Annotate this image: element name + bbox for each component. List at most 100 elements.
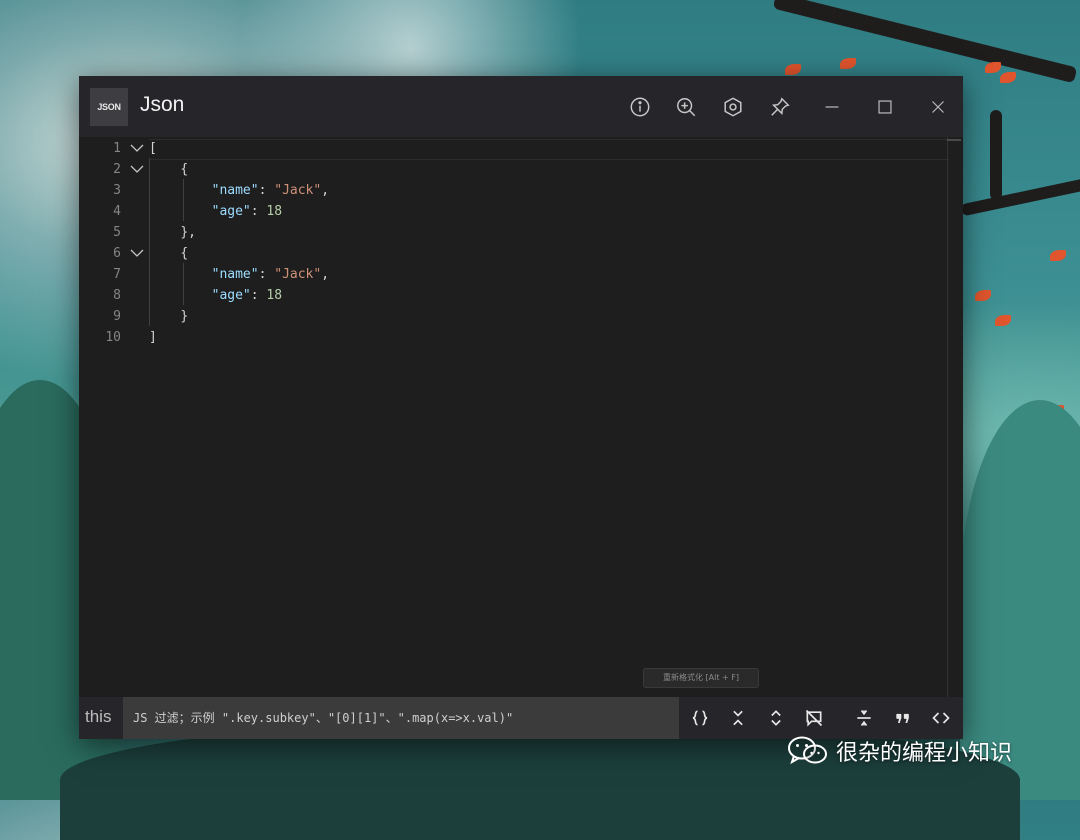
format-braces-button[interactable] bbox=[687, 705, 713, 731]
chevron-down-icon bbox=[130, 144, 144, 152]
code-line[interactable]: 8 "age": 18 bbox=[79, 285, 939, 306]
line-number: 6 bbox=[113, 246, 121, 261]
toggle-comment-button[interactable] bbox=[801, 705, 827, 731]
code-text: { bbox=[149, 159, 188, 180]
pin-button[interactable] bbox=[767, 94, 793, 120]
braces-icon bbox=[692, 710, 708, 726]
wechat-watermark: 很杂的编程小知识 bbox=[786, 733, 1012, 769]
expand-all-button[interactable] bbox=[763, 705, 789, 731]
fold-toggle[interactable] bbox=[129, 138, 145, 159]
line-number: 3 bbox=[113, 183, 121, 198]
code-text: ] bbox=[149, 327, 157, 348]
code-text: } bbox=[149, 306, 188, 327]
info-button[interactable] bbox=[627, 94, 653, 120]
settings-button[interactable] bbox=[720, 94, 746, 120]
leaf bbox=[995, 315, 1011, 326]
colon: : bbox=[250, 204, 267, 219]
leaf bbox=[985, 62, 1001, 73]
line-number: 7 bbox=[113, 267, 121, 282]
maximize-button[interactable] bbox=[872, 94, 898, 120]
colon: : bbox=[258, 267, 275, 282]
watermark-text: 很杂的编程小知识 bbox=[836, 741, 1013, 766]
code-line[interactable]: 1 [ bbox=[79, 138, 939, 159]
comma: , bbox=[321, 267, 330, 282]
maximize-icon bbox=[878, 100, 892, 114]
close-button[interactable] bbox=[925, 94, 951, 120]
chevron-down-icon bbox=[130, 249, 144, 257]
json-key: "name" bbox=[211, 267, 259, 282]
quote-button[interactable] bbox=[890, 705, 916, 731]
leaf bbox=[840, 58, 856, 69]
format-hint-button[interactable]: 重新格式化 [Alt + F] bbox=[643, 668, 759, 688]
bracket: ] bbox=[149, 330, 157, 345]
code-text: "name": "Jack", bbox=[149, 180, 329, 201]
code-line[interactable]: 3 "name": "Jack", bbox=[79, 180, 939, 201]
compress-lines-button[interactable] bbox=[851, 705, 877, 731]
code-line[interactable]: 6 { bbox=[79, 243, 939, 264]
line-number: 4 bbox=[113, 204, 121, 219]
close-icon bbox=[932, 101, 944, 113]
zoom-button[interactable] bbox=[673, 94, 699, 120]
json-key: "age" bbox=[211, 288, 251, 303]
code-text: "name": "Jack", bbox=[149, 264, 329, 285]
code-editor[interactable]: 1 [ 2 { 3 "name": "Jack", 4 "age": 18 5 … bbox=[79, 137, 963, 697]
filter-input[interactable] bbox=[123, 697, 679, 739]
wechat-icon bbox=[788, 736, 827, 765]
code-text: [ bbox=[149, 138, 157, 159]
code-text: "age": 18 bbox=[149, 201, 282, 222]
bracket: { bbox=[180, 246, 189, 261]
code-line[interactable]: 9 } bbox=[79, 306, 939, 327]
title-bar[interactable]: JSON Json bbox=[79, 76, 963, 137]
json-number-value: 18 bbox=[266, 204, 283, 219]
bracket: [ bbox=[149, 141, 157, 156]
json-key: "name" bbox=[211, 183, 259, 198]
code-icon bbox=[932, 712, 950, 724]
vertical-scrollbar-thumb[interactable] bbox=[947, 139, 961, 141]
json-string-value: "Jack" bbox=[274, 267, 322, 282]
line-number: 5 bbox=[113, 225, 121, 240]
vertical-scrollbar-track[interactable] bbox=[947, 137, 948, 697]
minimize-icon bbox=[825, 106, 839, 108]
expand-all-icon bbox=[771, 710, 781, 726]
code-text: }, bbox=[149, 222, 196, 243]
comma: , bbox=[321, 183, 330, 198]
info-icon bbox=[630, 97, 650, 117]
collapse-all-button[interactable] bbox=[725, 705, 751, 731]
code-line[interactable]: 4 "age": 18 bbox=[79, 201, 939, 222]
json-key: "age" bbox=[211, 204, 251, 219]
zoom-in-icon bbox=[677, 98, 696, 117]
code-line[interactable]: 7 "name": "Jack", bbox=[79, 264, 939, 285]
json-number-value: 18 bbox=[266, 288, 283, 303]
fold-toggle[interactable] bbox=[129, 243, 145, 264]
minimize-button[interactable] bbox=[819, 94, 845, 120]
code-text: "age": 18 bbox=[149, 285, 282, 306]
chevron-down-icon bbox=[130, 165, 144, 173]
line-number: 8 bbox=[113, 288, 121, 303]
tree-branch bbox=[960, 175, 1080, 217]
collapse-all-icon bbox=[733, 710, 743, 726]
leaf bbox=[975, 290, 991, 301]
pin-icon bbox=[771, 97, 790, 116]
fold-toggle[interactable] bbox=[129, 159, 145, 180]
code-line[interactable]: 2 { bbox=[79, 159, 939, 180]
leaf bbox=[1050, 250, 1066, 261]
leaf bbox=[1000, 72, 1016, 83]
line-number: 1 bbox=[113, 141, 121, 156]
settings-hex-icon bbox=[724, 97, 742, 117]
code-line[interactable]: 5 }, bbox=[79, 222, 939, 243]
code-view-button[interactable] bbox=[928, 705, 954, 731]
code-line[interactable]: 10 ] bbox=[79, 327, 939, 348]
line-number: 9 bbox=[113, 309, 121, 324]
hide-comment-icon bbox=[805, 709, 823, 727]
line-number: 10 bbox=[105, 330, 121, 345]
colon: : bbox=[258, 183, 275, 198]
json-app-window: JSON Json 1 [2 {3 "name": "Jack", 4 "a… bbox=[79, 76, 963, 739]
tree-branch bbox=[772, 0, 1078, 84]
leaf bbox=[785, 64, 801, 75]
app-logo: JSON bbox=[90, 88, 128, 126]
line-number: 2 bbox=[113, 162, 121, 177]
compress-lines-icon bbox=[857, 710, 871, 726]
bracket: { bbox=[180, 162, 189, 177]
json-string-value: "Jack" bbox=[274, 183, 322, 198]
tree-branch bbox=[990, 110, 1002, 200]
